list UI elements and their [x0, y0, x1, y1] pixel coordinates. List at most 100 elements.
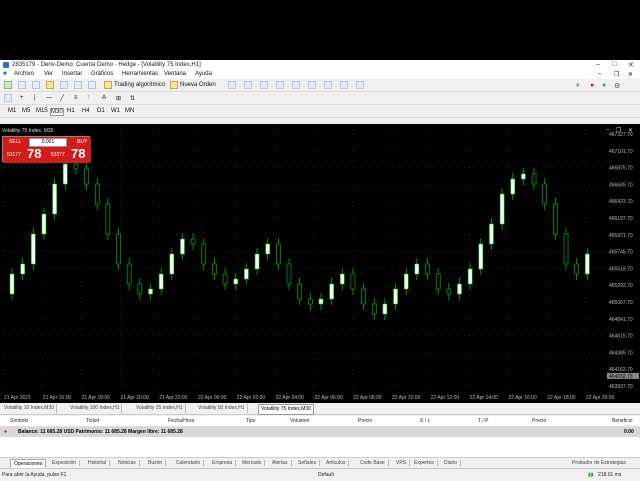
price-chart[interactable]: Volatility 75 Index, M30 – ❐ ✕ 467327.70…	[0, 124, 640, 403]
col-sl[interactable]: S / L	[420, 418, 430, 424]
arrows-icon[interactable]: ⇅	[130, 95, 135, 102]
text-tool-icon[interactable]: A	[102, 95, 106, 101]
balance-profit: 0.00	[624, 429, 634, 435]
account-icon[interactable]: ●	[590, 82, 594, 89]
ttab-empresa[interactable]: Empresa	[212, 460, 237, 466]
col-tipo[interactable]: Tipo	[246, 418, 256, 424]
fibonacci-icon[interactable]: ⫶	[88, 95, 90, 102]
lot-input[interactable]: 0.001	[29, 138, 67, 147]
menu-close-icon[interactable]: ✕	[628, 71, 633, 78]
menu-ayuda[interactable]: Ayuda	[195, 71, 212, 77]
timeframe-m1[interactable]: M1	[8, 108, 16, 114]
ttab-articulos[interactable]: Artículos	[326, 460, 350, 466]
tile-windows-icon[interactable]	[308, 81, 316, 89]
menu-restore-icon[interactable]: ❐	[614, 71, 619, 78]
community-icon[interactable]: ●	[602, 82, 606, 89]
time-tick-label: 21 Apr 22:00	[159, 395, 188, 401]
autoscroll-icon[interactable]	[324, 81, 332, 89]
menu-herramientas[interactable]: Herramientas	[122, 71, 158, 77]
zoom-in-icon[interactable]	[276, 81, 284, 89]
candle	[297, 283, 302, 300]
algo-trading-button[interactable]: Trading algorítmico	[114, 82, 165, 88]
chart-tab-v25[interactable]: Volatility 25 Index,H1	[134, 404, 186, 413]
strategy-tester-button[interactable]: Probador de Estrategias	[572, 460, 629, 466]
col-volumen[interactable]: Volumen	[290, 418, 309, 424]
indicators-icon[interactable]	[356, 81, 364, 89]
chart-tab-v75[interactable]: Volatility 75 Index,M30	[258, 404, 315, 415]
candle	[222, 273, 228, 285]
time-tick-label: 22 Apr 04:00	[276, 395, 305, 401]
ttab-buzon[interactable]: Buzón	[148, 460, 167, 466]
search-icon[interactable]: ⌕	[576, 82, 580, 90]
time-tick-label: 22 Apr 16:00	[508, 395, 537, 401]
col-fecha[interactable]: Fecha/Hora	[168, 418, 194, 424]
ttab-historial[interactable]: Historial	[88, 460, 111, 466]
ttab-codebase[interactable]: Code Base	[360, 460, 389, 466]
chart-shift-icon[interactable]	[340, 81, 348, 89]
maximize-icon[interactable]: □	[612, 61, 616, 68]
close-icon[interactable]: ✕	[628, 61, 634, 69]
ttab-alertas[interactable]: Alertas	[272, 460, 292, 466]
menu-ventana[interactable]: Ventana	[164, 71, 186, 77]
col-ticket[interactable]: Ticket	[86, 418, 99, 424]
minimize-icon[interactable]: –	[596, 61, 600, 68]
chart-tab-v50[interactable]: Volatility 50 Index,H1	[196, 404, 248, 413]
chart-tabs: Volatility 10 Index,M30 Volatility 100 I…	[0, 403, 640, 415]
profiles-icon[interactable]	[32, 81, 40, 89]
zoom-out-icon[interactable]	[292, 81, 300, 89]
col-beneficio[interactable]: Beneficio	[612, 418, 633, 424]
ttab-diario[interactable]: Diario	[444, 460, 462, 466]
ttab-mercado[interactable]: Mercado	[242, 460, 266, 466]
timeframe-m15[interactable]: M15	[36, 108, 48, 114]
terminal-icon[interactable]	[88, 81, 96, 89]
algo-trading-icon[interactable]	[104, 81, 112, 89]
col-precio[interactable]: Precio	[358, 418, 372, 424]
chart-tab-v10[interactable]: Volatility 10 Index,M30	[2, 404, 58, 413]
timeframe-m30[interactable]: M30	[50, 108, 64, 116]
new-order-icon[interactable]	[170, 81, 178, 89]
ttab-calendario[interactable]: Calendario	[176, 460, 205, 466]
timeframe-h4[interactable]: H4	[82, 108, 90, 114]
market-watch-icon[interactable]	[46, 81, 54, 89]
ttab-noticias[interactable]: Noticias	[118, 460, 140, 466]
col-precio-actual[interactable]: Precio	[532, 418, 546, 424]
ttab-exposicion[interactable]: Exposición	[52, 460, 81, 466]
timeframe-mn[interactable]: MN	[125, 108, 134, 114]
data-window-icon[interactable]	[60, 81, 68, 89]
cursor-icon[interactable]	[4, 94, 12, 102]
navigator-icon[interactable]	[74, 81, 82, 89]
col-tp[interactable]: T / P	[478, 418, 488, 424]
chart-tab-v100[interactable]: Volatility 100 Index,H1	[68, 404, 123, 413]
horizontal-line-icon[interactable]: —	[46, 95, 52, 101]
line-chart-icon[interactable]	[260, 81, 268, 89]
menu-ver[interactable]: Ver	[44, 71, 53, 77]
ttab-vps[interactable]: VPS	[396, 460, 411, 466]
ttab-senales[interactable]: Señales	[298, 460, 321, 466]
price-tick-label: 467101.70	[609, 149, 633, 155]
timeframes-toolbar: M1 M5 M15 M30 H1 H4 D1 W1 MN	[0, 105, 640, 118]
menu-minimize-icon[interactable]: –	[598, 71, 601, 77]
app-icon	[3, 62, 9, 68]
candles-icon[interactable]	[244, 81, 252, 89]
timeframe-d1[interactable]: D1	[97, 108, 105, 114]
crosshair-icon[interactable]: +	[20, 95, 24, 101]
new-order-button[interactable]: Nueva Orden	[180, 82, 216, 88]
menu-archivo[interactable]: Archivo	[14, 71, 34, 77]
settings-icon[interactable]: ⚙	[614, 82, 620, 90]
col-simbolo[interactable]: Símbolo	[10, 418, 28, 424]
open-icon[interactable]	[18, 81, 26, 89]
vertical-line-icon[interactable]: |	[34, 95, 36, 101]
menu-graficos[interactable]: Gráficos	[91, 71, 113, 77]
shapes-icon[interactable]: ⊞	[116, 95, 121, 102]
ttab-expertos[interactable]: Expertos	[414, 460, 438, 466]
timeframe-w1[interactable]: W1	[111, 108, 120, 114]
timeframe-m5[interactable]: M5	[22, 108, 30, 114]
timeframe-h1[interactable]: H1	[67, 108, 75, 114]
candle	[308, 298, 313, 305]
candle	[169, 253, 175, 275]
new-chart-icon[interactable]	[4, 81, 12, 89]
trendline-icon[interactable]: ╱	[60, 95, 64, 102]
bar-chart-icon[interactable]	[228, 81, 236, 89]
menu-insertar[interactable]: Insertar	[62, 71, 82, 77]
channel-icon[interactable]: ≡	[74, 95, 78, 101]
